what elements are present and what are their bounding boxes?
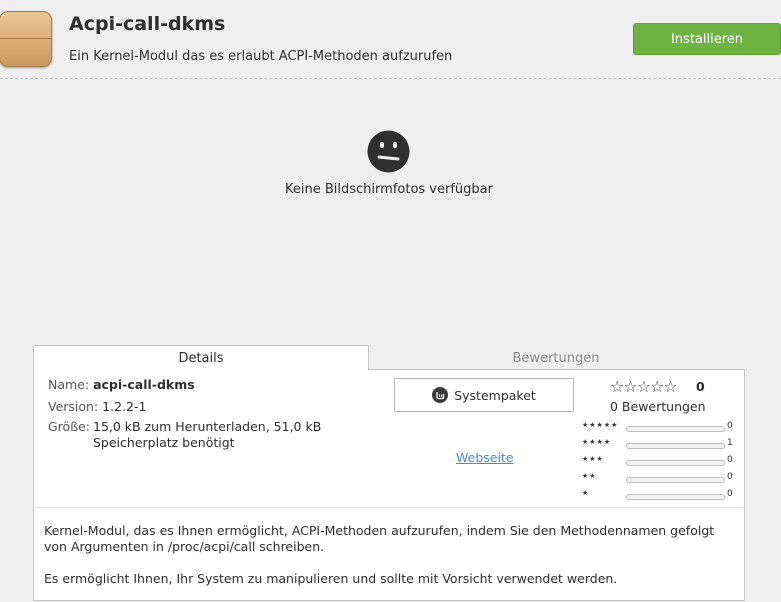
rating-row-stars: ★★★ bbox=[582, 455, 604, 463]
average-rating-stars: ☆☆☆☆☆ bbox=[610, 377, 678, 396]
size-label: Größe: bbox=[48, 419, 90, 434]
size-value-line2: Speicherplatz benötigt bbox=[93, 435, 235, 450]
rating-row-count: 0 bbox=[727, 489, 733, 499]
rating-row-stars: ★★ bbox=[582, 472, 597, 480]
install-button[interactable]: Installieren bbox=[633, 23, 781, 55]
description-paragraph: Es ermöglicht Ihnen, Ihr System zu manip… bbox=[44, 571, 618, 586]
tab-reviews[interactable]: Bewertungen bbox=[368, 346, 744, 370]
version-field: Version: 1.2.2-1 bbox=[48, 399, 146, 414]
ratings-total: 0 Bewertungen bbox=[610, 399, 706, 414]
rating-bar bbox=[626, 460, 725, 466]
rating-row-count: 1 bbox=[727, 438, 733, 448]
app-details-page: Acpi-call-dkms Ein Kernel-Modul das es e… bbox=[0, 0, 781, 602]
rating-bar bbox=[626, 477, 725, 483]
header-divider bbox=[0, 78, 781, 79]
size-value: 15,0 kB zum Herunterladen, 51,0 kB Speic… bbox=[93, 419, 321, 451]
size-value-line1: 15,0 kB zum Herunterladen, 51,0 kB bbox=[93, 419, 322, 434]
sad-face-icon bbox=[367, 130, 410, 173]
app-title: Acpi-call-dkms bbox=[69, 13, 226, 35]
rating-row-stars: ★★★★ bbox=[582, 438, 612, 446]
rating-row-stars: ★★★★★ bbox=[582, 421, 619, 429]
app-summary: Ein Kernel-Modul das es erlaubt ACPI-Met… bbox=[69, 49, 453, 64]
rating-row-3: ★★★ 0 bbox=[582, 455, 734, 468]
system-package-button[interactable]: Systempaket bbox=[394, 378, 574, 412]
box-seam bbox=[0, 38, 51, 39]
rating-row-2: ★★ 0 bbox=[582, 472, 734, 485]
system-package-label: Systempaket bbox=[454, 387, 536, 403]
rating-bar bbox=[626, 494, 725, 500]
rating-row-stars: ★ bbox=[582, 489, 590, 497]
panel-divider bbox=[35, 507, 743, 508]
name-value: acpi-call-dkms bbox=[93, 377, 195, 392]
average-rating-score: 0 bbox=[696, 379, 705, 394]
details-panel: Name: acpi-call-dkms Version: 1.2.2-1 Gr… bbox=[33, 369, 745, 601]
website-link[interactable]: Webseite bbox=[456, 450, 514, 465]
description-paragraph: Kernel-Modul, das es Ihnen ermöglicht, A… bbox=[44, 523, 715, 554]
rating-row-count: 0 bbox=[727, 455, 733, 465]
rating-row-count: 0 bbox=[727, 421, 733, 431]
name-field: Name: acpi-call-dkms bbox=[48, 377, 195, 392]
rating-row-4: ★★★★ 1 bbox=[582, 438, 734, 451]
rating-bar bbox=[626, 426, 725, 432]
name-label: Name: bbox=[48, 377, 90, 392]
version-value: 1.2.2-1 bbox=[102, 399, 147, 414]
rating-row-5: ★★★★★ 0 bbox=[582, 421, 734, 434]
version-label: Version: bbox=[48, 399, 99, 414]
tab-details[interactable]: Details bbox=[33, 345, 369, 370]
rating-row-1: ★ 0 bbox=[582, 489, 734, 502]
rating-row-count: 0 bbox=[727, 472, 733, 482]
mint-logo-icon bbox=[432, 387, 449, 403]
description: Kernel-Modul, das es Ihnen ermöglicht, A… bbox=[44, 523, 734, 602]
package-box-icon bbox=[0, 11, 52, 67]
no-screenshots-text: Keine Bildschirmfotos verfügbar bbox=[285, 182, 493, 197]
rating-bar bbox=[626, 443, 725, 449]
